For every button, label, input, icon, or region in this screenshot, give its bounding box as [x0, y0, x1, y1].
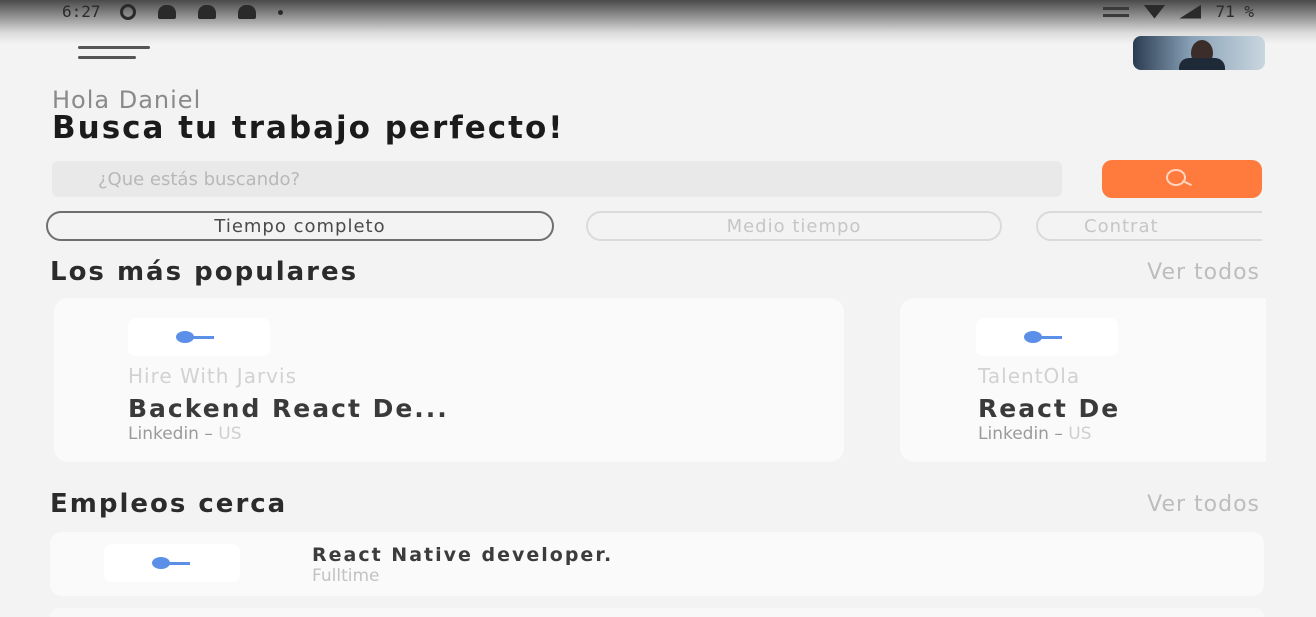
- battery-level: 71 %: [1215, 2, 1254, 21]
- section-title-nearby: Empleos cerca: [50, 489, 288, 519]
- company-logo-icon: [152, 557, 190, 569]
- job-title: Backend React De...: [128, 394, 449, 423]
- status-bar: 6:27 71 %: [0, 0, 1316, 44]
- search-button[interactable]: [1102, 160, 1262, 198]
- list-item[interactable]: React Native developer. Fulltime: [50, 532, 1264, 596]
- status-notification-icons: [120, 4, 283, 20]
- search-input[interactable]: [52, 161, 1062, 197]
- hamburger-menu-icon[interactable]: [78, 44, 150, 66]
- company-logo: [976, 318, 1118, 356]
- company-name: Hire With Jarvis: [128, 364, 297, 388]
- status-system-icons: 71 %: [1103, 2, 1254, 21]
- job-card[interactable]: Hire With Jarvis Backend React De... Lin…: [54, 298, 844, 462]
- see-all-popular-link[interactable]: Ver todos: [1147, 260, 1260, 285]
- chip-contrato[interactable]: Contrat: [1036, 211, 1262, 241]
- job-location: US: [218, 424, 242, 444]
- dot-icon: [278, 9, 283, 15]
- filter-chips: Tiempo completo Medio tiempo Contrat: [46, 211, 1262, 243]
- job-source: Linkedin: [978, 424, 1049, 444]
- see-all-nearby-link[interactable]: Ver todos: [1147, 492, 1260, 517]
- job-type: Fulltime: [312, 566, 380, 586]
- company-name: TalentOla: [978, 364, 1081, 388]
- company-logo-icon: [1024, 331, 1062, 343]
- job-meta: Linkedin – US: [978, 424, 1092, 444]
- bell-icon: [238, 5, 256, 19]
- bell-icon: [158, 5, 176, 19]
- job-location: US: [1068, 424, 1092, 444]
- signal-icon: [1179, 4, 1202, 19]
- chip-medio-tiempo[interactable]: Medio tiempo: [586, 211, 1002, 241]
- avatar-body: [1179, 58, 1225, 70]
- wifi-icon: [1143, 4, 1166, 19]
- popular-jobs-carousel[interactable]: Hire With Jarvis Backend React De... Lin…: [50, 298, 1266, 464]
- bell-icon: [198, 5, 216, 19]
- company-logo: [104, 544, 240, 582]
- notification-icon: [120, 4, 136, 20]
- avatar[interactable]: [1133, 36, 1265, 70]
- job-search-screen: 6:27 71 % Hola Daniel Busca tu trabajo p…: [0, 0, 1316, 617]
- job-title: React Native developer.: [312, 544, 614, 566]
- job-card[interactable]: TalentOla React De Linkedin – US: [900, 298, 1266, 462]
- job-meta-separator: –: [198, 424, 219, 444]
- job-meta-separator: –: [1048, 424, 1069, 444]
- company-logo: [128, 318, 270, 356]
- job-source: Linkedin: [128, 424, 199, 444]
- status-time: 6:27: [62, 2, 101, 21]
- job-title: React De: [978, 394, 1121, 423]
- company-logo-icon: [176, 331, 214, 343]
- page-title: Busca tu trabajo perfecto!: [52, 110, 565, 146]
- next-list-item-edge: [50, 608, 1264, 617]
- volume-icon: [1103, 6, 1130, 17]
- job-meta: Linkedin – US: [128, 424, 242, 444]
- search-icon: [1166, 169, 1190, 187]
- section-title-popular: Los más populares: [50, 257, 359, 287]
- chip-tiempo-completo[interactable]: Tiempo completo: [46, 211, 554, 241]
